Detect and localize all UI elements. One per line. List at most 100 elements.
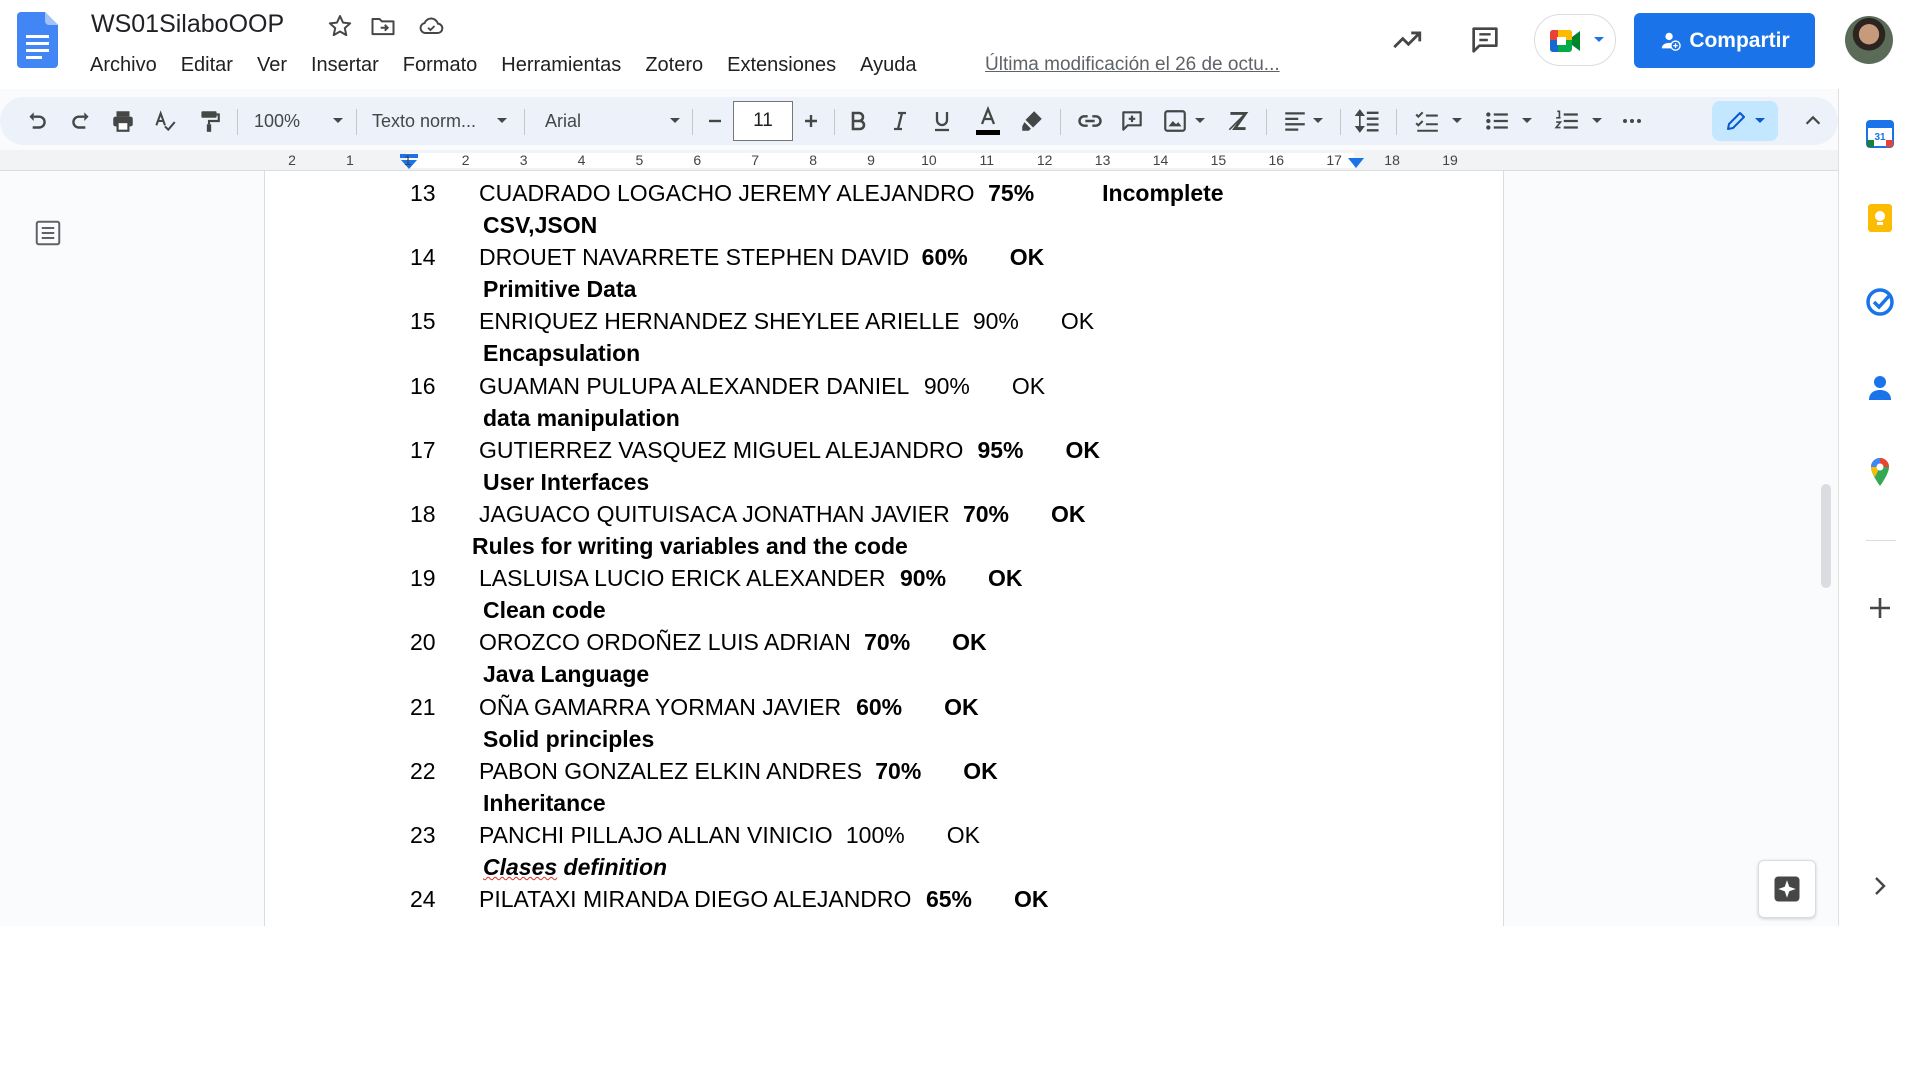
student-name: PILATAXI MIRANDA DIEGO ALEJANDRO (479, 886, 912, 913)
student-name: CUADRADO LOGACHO JEREMY ALEJANDRO (479, 180, 975, 206)
star-icon[interactable] (326, 12, 354, 40)
document-page[interactable]: · · · · · 13 CUADRADO LOGACHO JEREMY ALEJ… (264, 171, 1504, 926)
misspelled-word[interactable]: Clases (483, 854, 557, 880)
topic-line: Java Language (483, 661, 650, 688)
topic-line: Clases definition (483, 854, 667, 881)
topic-line: Inheritance (483, 789, 606, 816)
document-scrollbar[interactable] (1821, 484, 1831, 588)
explore-button[interactable] (1758, 860, 1816, 918)
decrease-font-size-button[interactable] (700, 97, 730, 145)
activity-trend-icon[interactable] (1387, 20, 1427, 60)
avatar[interactable] (1845, 16, 1893, 64)
keep-icon[interactable] (1864, 202, 1896, 234)
ruler-number: 13 (1094, 152, 1111, 168)
ruler-number: 2 (288, 152, 296, 168)
svg-text:31: 31 (1874, 132, 1886, 143)
redo-icon[interactable] (62, 97, 100, 145)
menu-insertar[interactable]: Insertar (299, 52, 391, 79)
font-size-input[interactable]: 11 (733, 101, 793, 141)
menu-ayuda[interactable]: Ayuda (848, 52, 928, 79)
row-number: 18 (410, 501, 436, 527)
bulleted-list-icon[interactable] (1478, 97, 1538, 145)
checklist-icon[interactable] (1408, 97, 1468, 145)
move-to-folder-icon[interactable] (369, 12, 397, 40)
align-left-icon[interactable] (1276, 97, 1330, 145)
font-family-value: Arial (545, 110, 582, 131)
text-style-select[interactable]: Texto norm... (372, 97, 508, 145)
status-label: OK (946, 822, 980, 848)
hide-menus-icon[interactable] (1794, 97, 1832, 145)
insert-image-icon[interactable] (1158, 97, 1210, 145)
paint-format-icon[interactable] (190, 97, 228, 145)
ruler-number: 3 (519, 152, 528, 168)
row-number: 16 (410, 372, 436, 399)
line-spacing-icon[interactable] (1348, 97, 1388, 145)
status-label: OK (963, 757, 998, 784)
italic-icon[interactable] (884, 97, 916, 145)
document-title[interactable]: WS01SilaboOOP (91, 10, 284, 39)
chevron-down-icon (333, 118, 343, 123)
status-label: OK (1011, 372, 1046, 399)
status-label: OK (1013, 886, 1049, 913)
clear-formatting-icon[interactable] (1220, 97, 1256, 145)
comments-icon[interactable] (1465, 20, 1505, 60)
calendar-icon[interactable]: 31 (1864, 118, 1896, 150)
menu-archivo[interactable]: Archivo (78, 52, 169, 79)
right-indent-marker-icon[interactable] (1346, 156, 1366, 170)
topic-rest: definition (557, 854, 668, 880)
google-docs-logo-icon[interactable] (17, 12, 58, 68)
undo-icon[interactable] (18, 97, 56, 145)
student-name: LASLUISA LUCIO ERICK ALEXANDER (479, 565, 886, 592)
more-options-icon[interactable] (1614, 97, 1650, 145)
text-color-icon[interactable] (970, 97, 1006, 145)
add-comment-icon[interactable] (1114, 97, 1150, 145)
spellcheck-icon[interactable] (146, 97, 184, 145)
last-edit-link[interactable]: Última modificación el 26 de octu... (985, 54, 1280, 76)
menu-herramientas[interactable]: Herramientas (489, 52, 633, 79)
add-icon[interactable] (1864, 592, 1896, 624)
highlight-color-icon[interactable] (1014, 97, 1050, 145)
row-number: 22 (410, 757, 436, 784)
share-button[interactable]: Compartir (1634, 13, 1815, 68)
row-number: 15 (410, 308, 436, 335)
title-bar: WS01SilaboOOP Archivo Editar Ver Inserta… (0, 0, 1920, 89)
ruler-number: 8 (809, 152, 817, 168)
ruler-number: 7 (751, 152, 760, 168)
ruler[interactable]: 2 1 1 2 3 4 5 6 7 8 9 10 11 12 13 14 15 16 17 18 19 (0, 150, 1840, 171)
menu-zotero[interactable]: Zotero (633, 52, 715, 79)
ruler-number: 10 (921, 152, 937, 168)
cloud-saved-icon[interactable] (417, 12, 445, 40)
editing-mode-button[interactable] (1712, 101, 1778, 141)
row-number: 20 (410, 629, 436, 656)
completion-percent: 60% (921, 244, 968, 271)
menu-extensiones[interactable]: Extensiones (715, 52, 848, 79)
numbered-list-icon[interactable] (1548, 97, 1608, 145)
maps-icon[interactable] (1864, 456, 1896, 488)
menu-ver[interactable]: Ver (245, 52, 299, 79)
ruler-number: 18 (1384, 152, 1400, 168)
row-number: 14 (410, 244, 436, 271)
zoom-select[interactable]: 100% (254, 97, 344, 145)
font-family-select[interactable]: Arial (545, 97, 681, 145)
print-icon[interactable] (104, 97, 142, 145)
tasks-icon[interactable] (1864, 286, 1896, 318)
underline-icon[interactable] (926, 97, 958, 145)
chevron-right-icon[interactable] (1864, 870, 1896, 902)
chevron-down-icon (670, 118, 680, 123)
chevron-down-icon (1313, 118, 1323, 123)
document-outline-icon[interactable] (33, 218, 63, 248)
insert-link-icon[interactable] (1072, 97, 1108, 145)
bold-icon[interactable] (842, 97, 874, 145)
topic-line: Encapsulation (483, 340, 641, 367)
menu-editar[interactable]: Editar (169, 52, 245, 79)
ruler-number: 1 (403, 152, 412, 168)
contacts-icon[interactable] (1864, 372, 1896, 404)
zoom-value: 100% (254, 110, 301, 131)
google-meet-icon (1550, 30, 1580, 52)
meet-button[interactable] (1534, 14, 1616, 66)
completion-percent: 90% (923, 372, 970, 399)
student-name: DROUET NAVARRETE STEPHEN DAVID (479, 244, 910, 271)
topic-line: Primitive Data (483, 276, 637, 303)
menu-formato[interactable]: Formato (391, 52, 489, 79)
increase-font-size-button[interactable] (796, 97, 826, 145)
